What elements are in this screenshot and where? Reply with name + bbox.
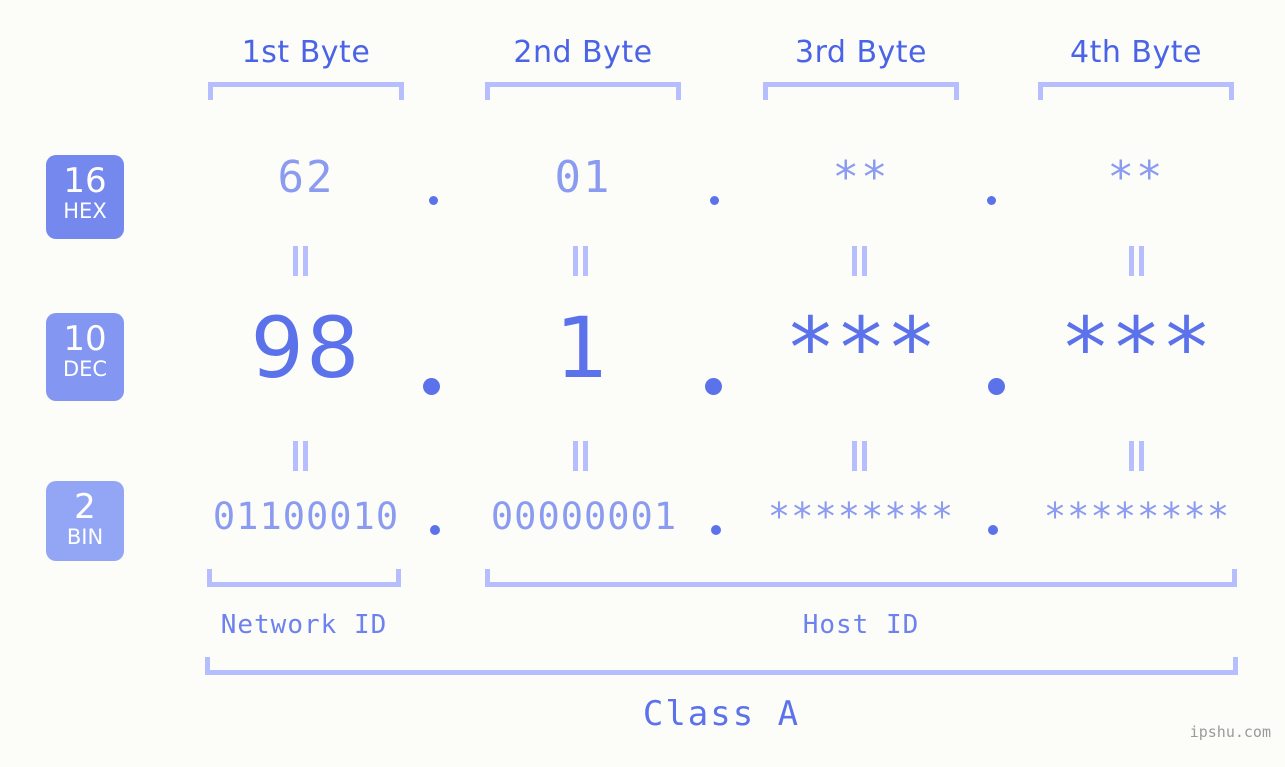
byte-header-4: 4th Byte	[1070, 35, 1202, 70]
equals-mark-dec-bin-3	[851, 441, 868, 471]
base-badge-bin-number: 2	[74, 487, 96, 527]
hex-separator-dot-3	[987, 196, 996, 205]
base-badge-bin-name: BIN	[66, 525, 104, 549]
equals-mark-hex-dec-4	[1128, 246, 1145, 276]
equals-mark-dec-bin-4	[1128, 441, 1145, 471]
base-badge-hex-name: HEX	[63, 199, 107, 223]
bin-byte-1: 01100010	[212, 495, 400, 538]
dec-separator-dot-2	[705, 378, 722, 395]
dec-byte-1: 98	[250, 299, 362, 397]
base-badge-dec-number: 10	[63, 319, 107, 359]
hex-byte-3: **	[832, 152, 890, 203]
byte-bracket-top-3	[763, 82, 959, 100]
hex-byte-4: **	[1107, 152, 1165, 203]
bin-separator-dot-1	[430, 525, 440, 535]
base-badge-bin: 2 BIN	[46, 481, 124, 561]
byte-bracket-top-2	[485, 82, 681, 100]
dec-separator-dot-1	[423, 378, 440, 395]
bin-separator-dot-3	[988, 525, 998, 535]
base-badge-hex-number: 16	[63, 161, 107, 201]
base-badge-dec-name: DEC	[62, 357, 108, 381]
host-id-bracket	[485, 569, 1237, 587]
equals-mark-hex-dec-1	[292, 246, 309, 276]
byte-header-3: 3rd Byte	[794, 35, 928, 70]
base-badge-dec: 10 DEC	[46, 313, 124, 401]
dec-separator-dot-3	[988, 378, 1005, 395]
equals-mark-hex-dec-3	[851, 246, 868, 276]
hex-byte-2: 01	[554, 152, 612, 203]
host-id-label: Host ID	[802, 610, 920, 640]
byte-bracket-top-4	[1038, 82, 1234, 100]
hex-separator-dot-1	[429, 196, 438, 205]
bin-separator-dot-2	[711, 525, 721, 535]
equals-mark-dec-bin-1	[292, 441, 309, 471]
network-id-bracket	[207, 569, 401, 587]
equals-mark-dec-bin-2	[572, 441, 589, 471]
base-badge-hex: 16 HEX	[46, 155, 124, 239]
network-id-label: Network ID	[220, 610, 388, 640]
hex-separator-dot-2	[710, 196, 719, 205]
dec-byte-4: ***	[1060, 299, 1212, 397]
hex-byte-1: 62	[277, 152, 335, 203]
byte-bracket-top-1	[208, 82, 404, 100]
class-label: Class A	[642, 694, 801, 734]
class-bracket	[205, 657, 1238, 675]
byte-header-1: 1st Byte	[241, 35, 371, 70]
site-watermark: ipshu.com	[1189, 723, 1271, 741]
dec-byte-2: 1	[555, 299, 611, 397]
bin-byte-2: 00000001	[490, 495, 678, 538]
dec-byte-3: ***	[785, 299, 937, 397]
bin-byte-3: ********	[767, 495, 955, 538]
bin-byte-4: ********	[1043, 495, 1231, 538]
equals-mark-hex-dec-2	[572, 246, 589, 276]
ip-address-breakdown-diagram: 1st Byte 2nd Byte 3rd Byte 4th Byte 16 H…	[0, 0, 1285, 767]
byte-header-2: 2nd Byte	[513, 35, 653, 70]
